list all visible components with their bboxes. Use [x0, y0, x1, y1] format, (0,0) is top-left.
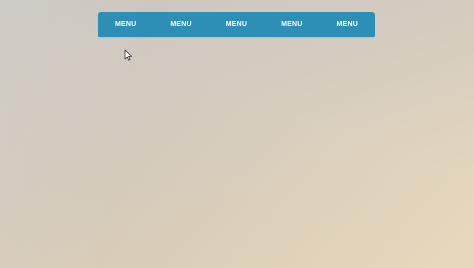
menu-item-2[interactable]: MENU	[164, 17, 197, 32]
menu-item-1[interactable]: MENU	[109, 17, 142, 32]
mouse-pointer-icon	[124, 49, 132, 61]
menu-item-3[interactable]: MENU	[220, 17, 253, 32]
background	[0, 0, 474, 268]
menu-item-4[interactable]: MENU	[275, 17, 308, 32]
menu-bar: MENU MENU MENU MENU MENU	[98, 12, 375, 37]
menu-item-5[interactable]: MENU	[331, 17, 364, 32]
